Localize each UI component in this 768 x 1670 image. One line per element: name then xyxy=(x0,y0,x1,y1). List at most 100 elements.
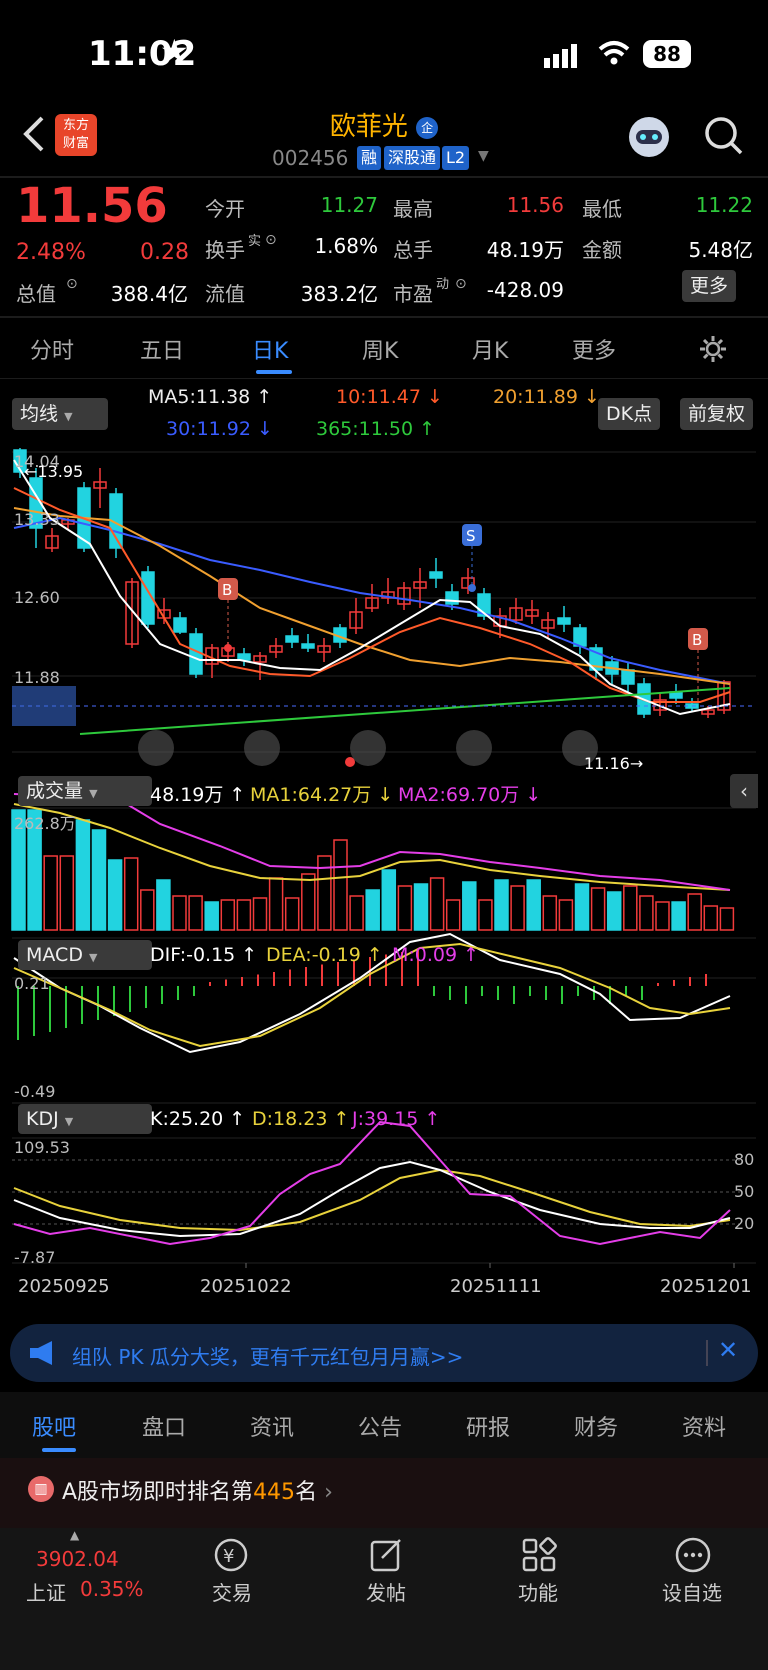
tab-order-book[interactable]: 盘口 xyxy=(142,1410,186,1442)
dropdown-icon[interactable]: ▼ xyxy=(478,148,489,164)
high-value: 11.56 xyxy=(506,193,564,217)
banner-text[interactable]: 组队 PK 瓜分大奖，更有千元红包月月赢>> xyxy=(72,1341,463,1370)
more-dots-icon[interactable] xyxy=(674,1536,712,1578)
nav-watchlist[interactable]: 设自选 xyxy=(642,1577,742,1606)
candle-body xyxy=(189,633,203,675)
macd-selector[interactable]: MACD ▼ xyxy=(18,940,152,970)
kdj-d: D:18.23 ↑ xyxy=(252,1108,350,1130)
candle-body xyxy=(301,643,315,649)
rank-suffix: 名 xyxy=(295,1480,318,1505)
rank-text[interactable]: A股市场即时排名第445名 › xyxy=(62,1474,333,1506)
info-icon[interactable]: ⊙ xyxy=(66,276,78,292)
volume-value: 48.19万 xyxy=(486,238,564,262)
kline-chart[interactable]: B S B xyxy=(0,448,768,1268)
robot-assistant-icon[interactable] xyxy=(626,114,672,164)
battery-level: 88 xyxy=(653,42,681,66)
nav-post[interactable]: 发帖 xyxy=(336,1577,436,1606)
signal-icon xyxy=(544,44,584,72)
dk-point-button[interactable]: DK点 xyxy=(598,398,661,430)
kdj-selector-label: KDJ xyxy=(26,1108,59,1130)
date-axis-label: 20250925 xyxy=(18,1276,110,1297)
megaphone-icon xyxy=(28,1340,58,1370)
volume-bar xyxy=(639,895,654,931)
low-price-value: 11.16 xyxy=(584,754,630,773)
rank-icon: ▥ xyxy=(28,1476,54,1502)
ma-selector[interactable]: 均线 ▼ xyxy=(12,398,108,430)
kdj-level-label: 50 xyxy=(734,1182,755,1201)
pe-sup: 动 xyxy=(436,277,450,292)
kdj-axis-label: 109.53 xyxy=(14,1138,70,1157)
index-name[interactable]: 上证 xyxy=(26,1577,66,1606)
macd-axis-label: 0.21 xyxy=(14,974,50,993)
kdj-selector[interactable]: KDJ ▼ xyxy=(18,1104,152,1134)
compose-icon[interactable] xyxy=(368,1536,406,1578)
volume-bar xyxy=(719,907,735,931)
volume-bar xyxy=(703,905,719,931)
volume-selector[interactable]: 成交量 ▼ xyxy=(18,776,152,806)
volume-bar xyxy=(542,895,558,931)
low-label: 最低 xyxy=(582,197,622,221)
candle-body xyxy=(621,669,635,685)
tab-five-day[interactable]: 五日 xyxy=(140,333,184,365)
divider xyxy=(0,316,768,318)
tab-monthly-k[interactable]: 月K xyxy=(472,333,508,365)
grid-icon[interactable] xyxy=(520,1536,558,1578)
info-icon[interactable]: ⊙ xyxy=(455,276,467,292)
volume-bar xyxy=(284,897,300,931)
ma365-label: 365:11.50 ↑ xyxy=(316,418,436,440)
collapse-arrow-icon[interactable]: ‹ xyxy=(730,774,758,808)
volume-bar xyxy=(655,901,670,931)
gear-icon[interactable] xyxy=(698,334,728,368)
tab-profile[interactable]: 资料 xyxy=(682,1410,726,1442)
kdj-level-label: 80 xyxy=(734,1150,755,1169)
tab-financials[interactable]: 财务 xyxy=(574,1410,618,1442)
tab-daily-k[interactable]: 日K xyxy=(252,333,288,365)
tab-forum[interactable]: 股吧 xyxy=(32,1410,76,1442)
tab-more[interactable]: 更多 xyxy=(572,333,616,365)
info-icon[interactable]: ⊙ xyxy=(265,232,277,248)
volume-bar xyxy=(349,895,364,931)
tab-intraday[interactable]: 分时 xyxy=(30,333,74,365)
index-value[interactable]: 3902.04 xyxy=(36,1547,119,1571)
candle-body xyxy=(429,571,443,579)
index-change[interactable]: 0.35% xyxy=(80,1577,144,1601)
volume-bar xyxy=(574,883,590,931)
price-axis-label: 11.88 xyxy=(14,668,60,687)
tab-announcements[interactable]: 公告 xyxy=(358,1410,402,1442)
stock-code: 002456 xyxy=(272,146,349,170)
ma20-label: 20:11.89 ↓ xyxy=(493,386,600,408)
svg-text:¥: ¥ xyxy=(223,1546,234,1567)
candle-body xyxy=(285,635,299,643)
mcap-label: 总值 xyxy=(16,282,56,306)
search-icon[interactable] xyxy=(704,116,744,160)
volume-bar xyxy=(188,895,203,931)
level2-tag: L2 xyxy=(442,146,470,170)
volume-bar xyxy=(333,839,348,931)
volume-bar xyxy=(268,877,284,931)
nav-trade[interactable]: 交易 xyxy=(182,1577,282,1606)
high-price-value: 13.95 xyxy=(37,462,84,481)
rank-prefix: A股市场即时排名第 xyxy=(62,1480,254,1505)
trade-icon[interactable]: ¥ xyxy=(212,1536,250,1578)
candle-body xyxy=(557,617,571,625)
margin-tag: 融 xyxy=(357,146,382,170)
volume-bar xyxy=(413,883,429,931)
price-axis-label: 12.60 xyxy=(14,588,60,607)
amount-value: 5.48亿 xyxy=(688,238,753,262)
close-icon[interactable]: ✕ xyxy=(718,1336,738,1364)
volume-bar xyxy=(381,869,397,931)
volume-bar xyxy=(140,889,155,931)
more-button[interactable]: 更多 xyxy=(682,270,737,302)
kdj-level-label: 20 xyxy=(734,1214,755,1233)
forward-adjust-button[interactable]: 前复权 xyxy=(680,398,754,430)
nav-functions[interactable]: 功能 xyxy=(488,1577,588,1606)
tab-news[interactable]: 资讯 xyxy=(250,1410,294,1442)
tab-research[interactable]: 研报 xyxy=(466,1410,510,1442)
high-price-marker: ←13.95 xyxy=(24,462,84,481)
macd-dea: DEA:-0.19 ↑ xyxy=(266,944,383,966)
pe-value: -428.09 xyxy=(486,278,564,302)
float-label: 流值 xyxy=(205,282,245,306)
tab-weekly-k[interactable]: 周K xyxy=(362,333,398,365)
tab-indicator xyxy=(256,370,292,374)
volume-bar xyxy=(590,887,606,931)
